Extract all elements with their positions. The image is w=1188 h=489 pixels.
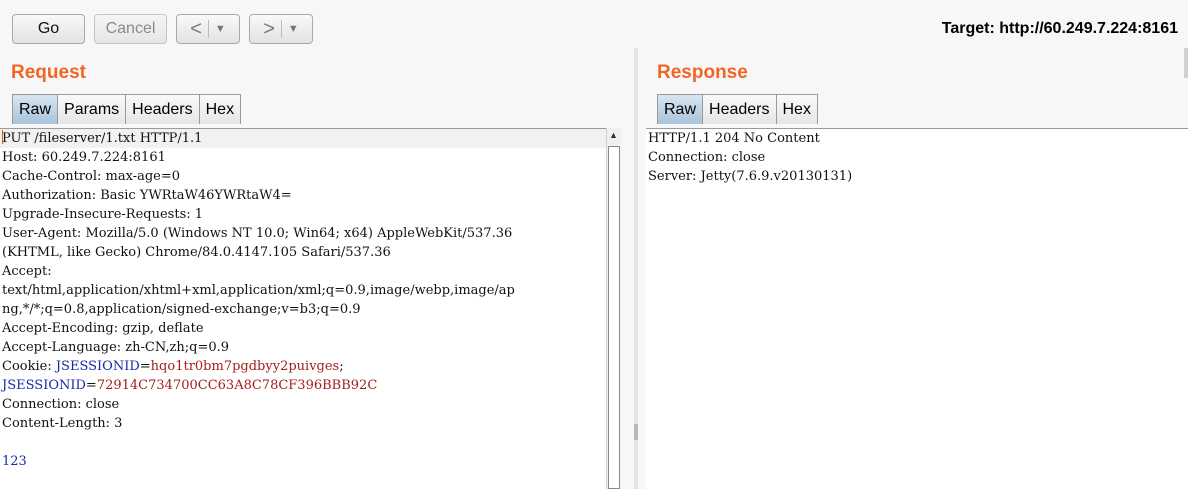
- cancel-button[interactable]: Cancel: [94, 14, 167, 44]
- request-line[interactable]: (KHTML, like Gecko) Chrome/84.0.4147.105…: [0, 243, 606, 262]
- request-line[interactable]: Content-Length: 3: [0, 414, 606, 433]
- toolbar: Go Cancel < ▼ > ▼ Target: http://60.249.…: [0, 0, 1188, 60]
- chevron-down-icon[interactable]: ▼: [215, 23, 226, 35]
- request-line[interactable]: ng,*/*;q=0.8,application/signed-exchange…: [0, 300, 606, 319]
- response-line[interactable]: Server: Jetty(7.6.9.v20130131): [646, 167, 1188, 186]
- request-line[interactable]: Upgrade-Insecure-Requests: 1: [0, 205, 606, 224]
- response-tabs: Raw Headers Hex: [657, 94, 818, 124]
- scrollbar-thumb[interactable]: [608, 146, 620, 489]
- go-button[interactable]: Go: [12, 14, 85, 44]
- request-line[interactable]: Connection: close: [0, 395, 606, 414]
- request-title: Request: [11, 62, 86, 83]
- cookie-line[interactable]: JSESSIONID=72914C734700CC63A8C78CF396BBB…: [0, 376, 606, 395]
- back-button[interactable]: < ▼: [176, 14, 240, 44]
- response-line[interactable]: Connection: close: [646, 148, 1188, 167]
- cookie-key: JSESSIONID: [2, 378, 86, 393]
- forward-arrow-icon: >: [263, 17, 275, 40]
- request-line[interactable]: Authorization: Basic YWRtaW46YWRtaW4=: [0, 186, 606, 205]
- target-url[interactable]: Target: http://60.249.7.224:8161: [942, 20, 1178, 38]
- request-line[interactable]: PUT /fileserver/1.txt HTTP/1.1: [0, 129, 606, 148]
- request-tab-hex[interactable]: Hex: [198, 94, 242, 124]
- request-line[interactable]: Accept:: [0, 262, 606, 281]
- forward-button[interactable]: > ▼: [249, 14, 313, 44]
- cookie-value: 72914C734700CC63A8C78CF396BBB92C: [96, 378, 378, 393]
- response-line[interactable]: HTTP/1.1 204 No Content: [646, 129, 1188, 148]
- chevron-down-icon[interactable]: ▼: [288, 23, 299, 35]
- request-line[interactable]: [0, 433, 606, 452]
- button-separator: [280, 20, 282, 38]
- request-tab-raw[interactable]: Raw: [12, 94, 59, 124]
- split-divider[interactable]: [634, 48, 638, 489]
- response-editor[interactable]: HTTP/1.1 204 No Content Connection: clos…: [646, 128, 1188, 489]
- back-arrow-icon: <: [190, 17, 202, 40]
- request-tabs: Raw Params Headers Hex: [12, 94, 242, 124]
- button-separator: [207, 20, 209, 38]
- scroll-up-icon[interactable]: ▲: [609, 130, 618, 140]
- request-tab-headers[interactable]: Headers: [125, 94, 200, 124]
- request-line[interactable]: Cache-Control: max-age=0: [0, 167, 606, 186]
- request-editor[interactable]: PUT /fileserver/1.txt HTTP/1.1 Host: 60.…: [0, 128, 606, 489]
- request-line[interactable]: text/html,application/xhtml+xml,applicat…: [0, 281, 606, 300]
- request-scrollbar[interactable]: ▲: [606, 128, 622, 489]
- cookie-line[interactable]: Cookie: JSESSIONID=hqo1tr0bm7pgdbyy2puiv…: [0, 357, 606, 376]
- cookie-value: hqo1tr0bm7pgdbyy2puivges: [150, 359, 340, 374]
- cookie-label: Cookie:: [2, 359, 56, 374]
- request-line[interactable]: Host: 60.249.7.224:8161: [0, 148, 606, 167]
- request-line[interactable]: Accept-Encoding: gzip, deflate: [0, 319, 606, 338]
- window-edge: [1184, 48, 1188, 78]
- response-tab-hex[interactable]: Hex: [775, 94, 818, 124]
- response-title: Response: [657, 62, 748, 83]
- split-grip-icon[interactable]: [634, 424, 638, 440]
- request-body-line[interactable]: 123: [0, 452, 606, 471]
- request-line[interactable]: Accept-Language: zh-CN,zh;q=0.9: [0, 338, 606, 357]
- request-panel-margin: [621, 128, 634, 489]
- request-tab-params[interactable]: Params: [57, 94, 127, 124]
- request-line[interactable]: User-Agent: Mozilla/5.0 (Windows NT 10.0…: [0, 224, 606, 243]
- cookie-key: JSESSIONID: [55, 359, 140, 374]
- response-tab-raw[interactable]: Raw: [657, 94, 704, 124]
- response-tab-headers[interactable]: Headers: [702, 94, 777, 124]
